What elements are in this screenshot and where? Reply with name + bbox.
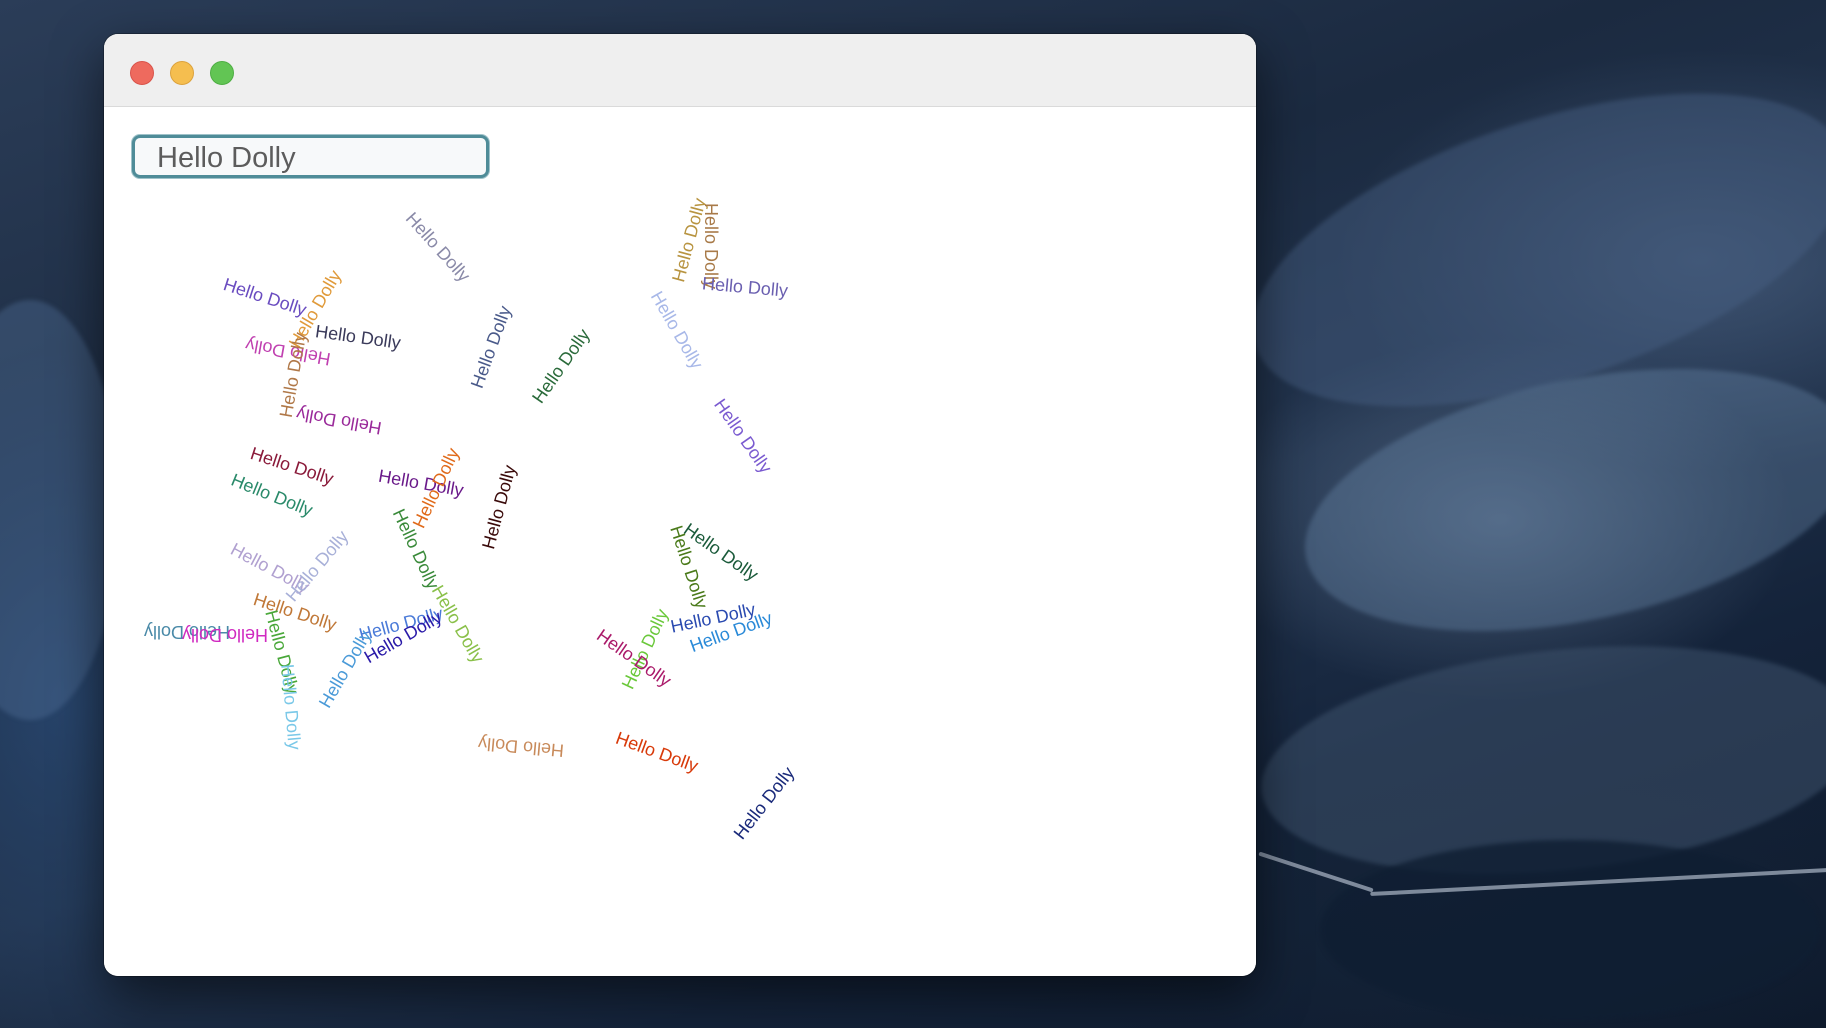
minimize-button[interactable] bbox=[170, 61, 194, 85]
hello-text: Hello Dolly bbox=[710, 395, 776, 477]
app-window: Hello Dolly Hello Dolly Hello Dolly Hell… bbox=[104, 34, 1256, 976]
hello-text: Hello Dolly bbox=[477, 733, 565, 761]
hello-text: Hello Dolly bbox=[466, 303, 516, 391]
hello-text: Hello Dolly bbox=[281, 526, 353, 606]
hello-text: Hello Dolly bbox=[478, 462, 520, 552]
zoom-button[interactable] bbox=[210, 61, 234, 85]
title-bar[interactable] bbox=[104, 34, 1256, 107]
hello-text: Hello Dolly bbox=[294, 403, 384, 439]
hello-text: Hello Dolly bbox=[220, 274, 310, 320]
hello-text: Hello Dolly bbox=[646, 287, 708, 373]
hello-text: Hello Dolly bbox=[528, 325, 594, 407]
hello-text: Hello Dolly bbox=[401, 208, 475, 286]
hello-text: Hello Dolly bbox=[314, 321, 402, 353]
hello-text: Hello Dolly bbox=[729, 762, 799, 844]
hello-text: Hello Dolly bbox=[277, 663, 305, 751]
hello-text: Hello Dolly bbox=[314, 626, 376, 712]
hello-text: Hello Dolly bbox=[701, 273, 789, 301]
content-area: Hello Dolly Hello Dolly Hello Dolly Hell… bbox=[104, 107, 1256, 976]
hello-text: Hello Dolly bbox=[181, 625, 269, 645]
coastline bbox=[1320, 840, 1820, 1020]
mountain-ridge bbox=[0, 300, 120, 720]
hello-text: Hello Dolly bbox=[613, 727, 701, 777]
text-input[interactable] bbox=[132, 135, 489, 178]
close-button[interactable] bbox=[130, 61, 154, 85]
